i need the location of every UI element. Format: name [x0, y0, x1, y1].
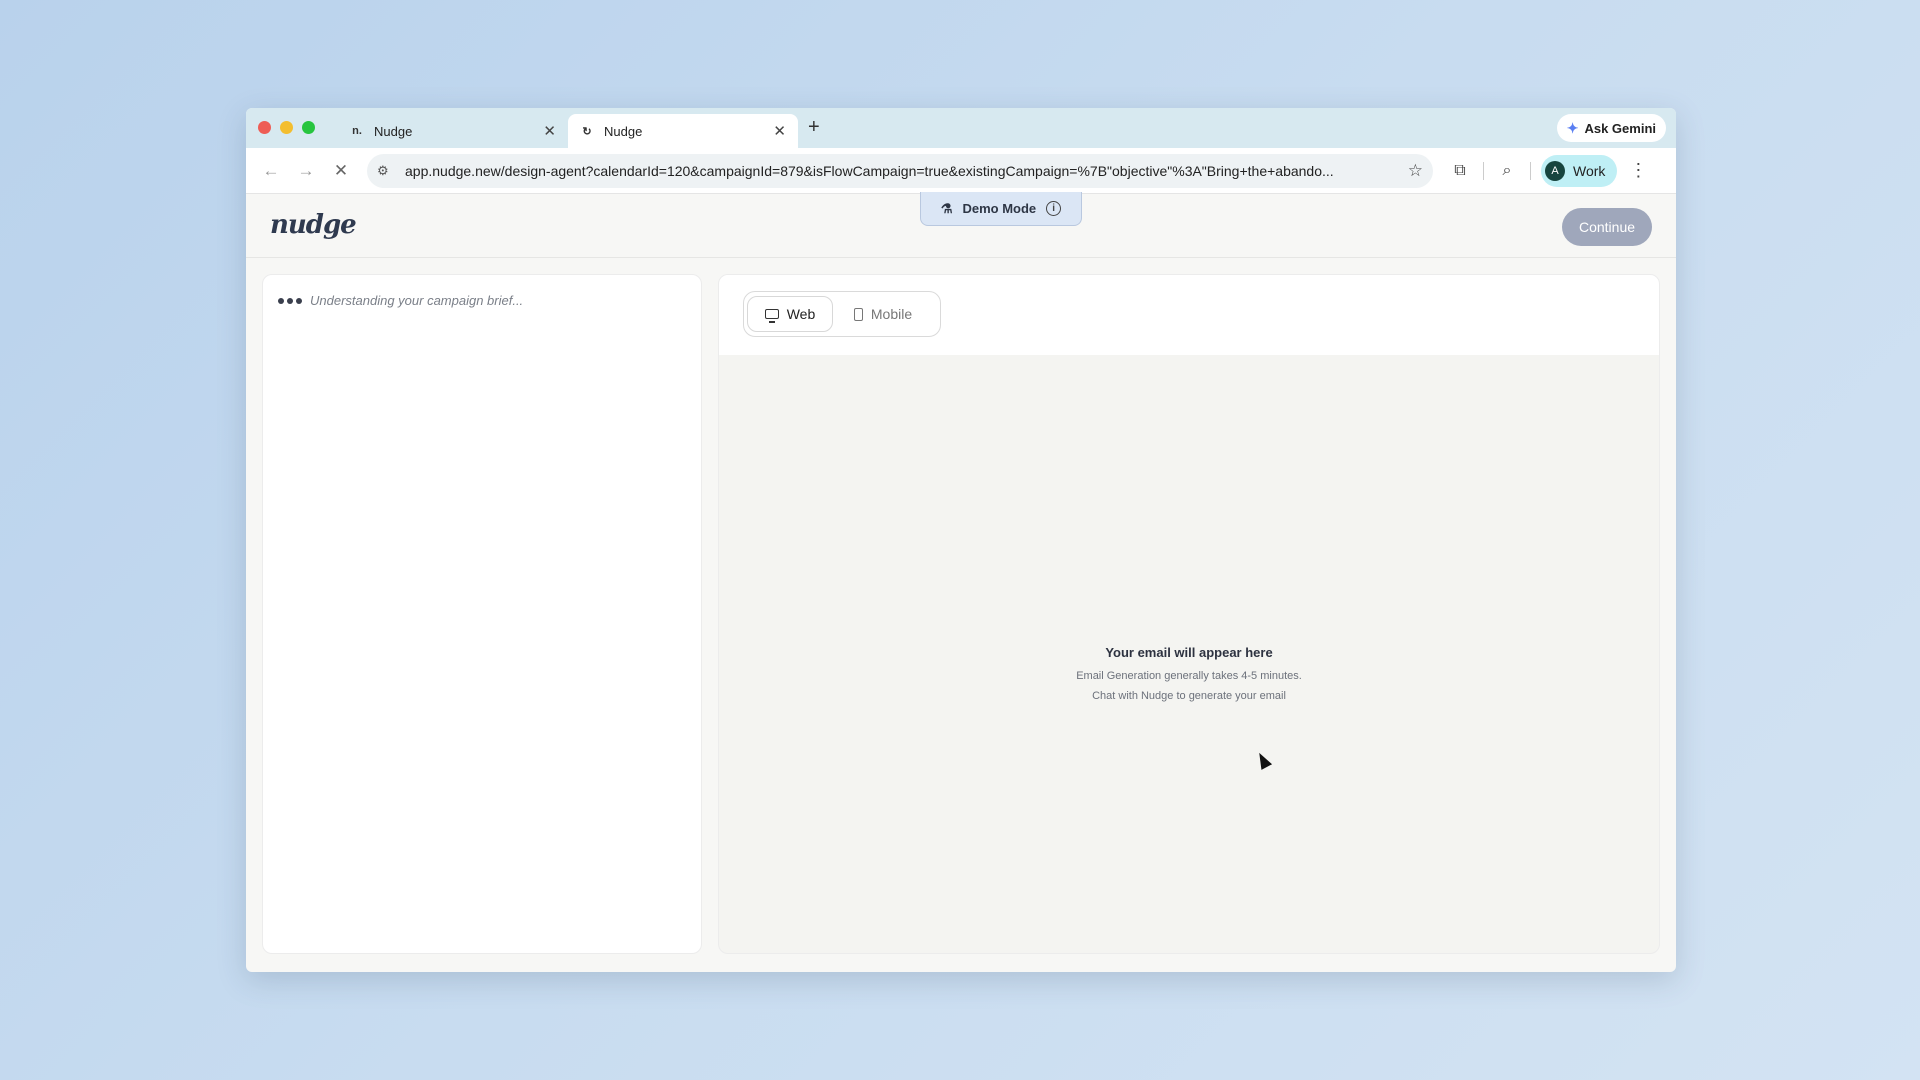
browser-tab-1[interactable]: n. Nudge ✕	[338, 114, 568, 148]
minimize-window-button[interactable]	[280, 121, 293, 134]
chat-status: Understanding your campaign brief...	[278, 293, 523, 308]
demo-mode-badge[interactable]: ⚗ Demo Mode i	[920, 192, 1082, 226]
extensions-icon[interactable]: ⧉	[1443, 154, 1477, 188]
url-text[interactable]: app.nudge.new/design-agent?calendarId=12…	[405, 163, 1400, 179]
bookmark-star-icon[interactable]: ☆	[1408, 161, 1423, 181]
loading-spinner-icon: ↻	[582, 125, 592, 138]
profile-button[interactable]: A Work	[1541, 154, 1618, 187]
preview-toolbar: Web Mobile	[719, 275, 1659, 355]
profile-label: Work	[1573, 162, 1606, 179]
continue-button[interactable]: Continue	[1562, 208, 1652, 246]
ask-gemini-label: Ask Gemini	[1584, 120, 1656, 136]
ask-gemini-button[interactable]: ✦ Ask Gemini	[1556, 114, 1666, 142]
site-settings-icon[interactable]: ⚙	[377, 163, 399, 179]
tab-search-icon[interactable]: ⌕	[1490, 154, 1524, 188]
email-preview-panel: Web Mobile Your email will appear here E…	[718, 274, 1660, 954]
address-bar[interactable]: ⚙ app.nudge.new/design-agent?calendarId=…	[367, 153, 1433, 188]
tab-title: Nudge	[374, 123, 413, 139]
chat-panel: Understanding your campaign brief...	[262, 274, 702, 954]
browser-tab-2[interactable]: ↻ Nudge ✕	[568, 114, 798, 148]
web-view-button[interactable]: Web	[747, 296, 833, 332]
phone-icon	[853, 307, 863, 321]
avatar: A	[1545, 160, 1565, 181]
back-button[interactable]: ←	[256, 156, 286, 186]
nudge-favicon-icon: n.	[352, 125, 362, 137]
app-header: nudge ⚗ Demo Mode i Continue	[246, 192, 1676, 258]
stop-loading-button[interactable]: ✕	[326, 156, 356, 186]
gemini-sparkle-icon: ✦	[1566, 119, 1579, 136]
maximize-window-button[interactable]	[302, 121, 315, 134]
browser-window: n. Nudge ✕ ↻ Nudge ✕ + ✦ Ask Gemini ← → …	[246, 108, 1676, 972]
monitor-icon	[764, 309, 779, 323]
more-menu-icon[interactable]: ⋮	[1629, 160, 1647, 181]
toolbar-divider	[1483, 161, 1484, 180]
empty-state-line-1: Email Generation generally takes 4-5 min…	[1076, 670, 1302, 682]
demo-mode-label: Demo Mode	[962, 201, 1037, 216]
close-tab-icon[interactable]: ✕	[773, 122, 786, 140]
nudge-logo[interactable]: nudge	[270, 210, 357, 240]
tab-title: Nudge	[604, 123, 643, 139]
browser-toolbar: ← → ✕ ⚙ app.nudge.new/design-agent?calen…	[246, 148, 1676, 194]
mobile-label: Mobile	[870, 306, 913, 322]
main-content: Understanding your campaign brief... Web…	[246, 258, 1676, 972]
typing-indicator-icon	[278, 297, 302, 304]
close-tab-icon[interactable]: ✕	[543, 122, 556, 140]
window-controls	[258, 121, 315, 134]
tab-bar: n. Nudge ✕ ↻ Nudge ✕ + ✦ Ask Gemini	[246, 108, 1676, 148]
flask-icon: ⚗	[940, 200, 953, 216]
empty-state-line-2: Chat with Nudge to generate your email	[1092, 690, 1286, 702]
toolbar-divider	[1530, 161, 1531, 180]
device-toggle: Web Mobile	[743, 291, 941, 337]
info-icon[interactable]: i	[1046, 201, 1062, 216]
new-tab-button[interactable]: +	[808, 116, 820, 139]
forward-button[interactable]: →	[291, 156, 321, 186]
mobile-view-button[interactable]: Mobile	[833, 296, 933, 332]
chat-status-text: Understanding your campaign brief...	[310, 293, 524, 308]
web-label: Web	[786, 306, 816, 322]
close-window-button[interactable]	[258, 121, 271, 134]
empty-state: Your email will appear here Email Genera…	[719, 645, 1659, 706]
empty-state-title: Your email will appear here	[1105, 645, 1273, 660]
